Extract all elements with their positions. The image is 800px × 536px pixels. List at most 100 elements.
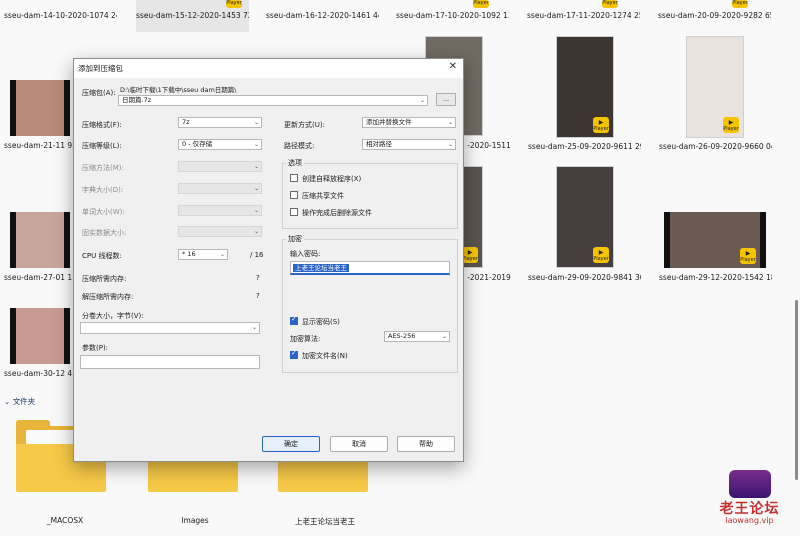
compress-memory-value: ? [256,274,260,282]
file-name: sseu-dam-25-09-2020-9611 29518-6-02.mp4 [528,142,641,151]
method-label: 压缩方法(M): [82,164,124,172]
chevron-down-icon: ⌄ [251,324,257,331]
shared-files-checkbox[interactable] [290,191,298,199]
video-thumbnail[interactable]: ▶ Player [686,36,744,138]
chevron-down-icon: ⌄ [253,141,259,148]
encryption-method-label: 加密算法: [290,335,321,343]
file-name: sseu-dam-29-09-2020-9841 30165-11-52.mp4 [528,273,641,282]
delete-after-label: 操作完成后删除源文件 [302,209,372,217]
file-name: sseu-dam-14-10-2020-1074 247605.mp4 [4,11,117,20]
level-combo[interactable]: 0 - 仅存储 ⌄ [178,139,262,150]
file-tile[interactable]: sseu-dam-14-10-2020-1074 247605.mp4 [4,10,117,21]
update-mode-label: 更新方式(U): [284,121,325,129]
dictionary-combo: ⌄ [178,183,262,194]
sfx-checkbox[interactable] [290,174,298,182]
encrypt-names-label: 加密文件名(N) [302,352,348,360]
dictionary-label: 字典大小(D): [82,186,124,194]
cpu-threads-max: / 16 [250,251,264,259]
solid-size-combo: ⌄ [178,226,262,237]
cpu-threads-label: CPU 线程数: [82,252,122,260]
chevron-down-icon: ⌄ [4,397,11,406]
shared-files-label: 压缩共享文件 [302,192,344,200]
file-tile[interactable]: sseu-dam-29-09-2020-9841 30165-11-52.mp4 [528,272,641,283]
encryption-method-combo[interactable]: AES-256 ⌄ [384,331,450,342]
split-size-combo[interactable]: ⌄ [80,322,260,334]
split-size-label: 分卷大小，字节(V): [82,312,144,320]
video-thumbnail[interactable] [10,80,70,136]
path-mode-combo[interactable]: 相对路径 ⌄ [362,139,456,150]
file-tile[interactable]: sseu-dam-30-12 457236-onlyfans [4,368,74,379]
cpu-threads-combo[interactable]: * 16 ⌄ [178,249,228,260]
watermark-url: laowang.vip [725,516,774,525]
file-tile[interactable]: -2021-2019 [464,272,514,283]
cancel-button[interactable]: 取消 [330,436,388,452]
folder-name: 上老王论坛当老王 [295,517,355,526]
chevron-down-icon: ⌄ [253,119,259,126]
close-icon[interactable]: ✕ [449,61,457,72]
chevron-down-icon: ⌄ [447,141,453,148]
video-thumbnail[interactable]: ▶ Player [556,166,614,268]
file-name: -2021-2019 [467,273,511,282]
password-value: 上老王论坛当老王 [293,264,349,272]
player-badge: Player [473,0,489,8]
player-badge: ▶ Player [593,117,609,133]
chevron-down-icon: ⌄ [219,251,225,258]
file-name: sseu-dam-29-12-2020-1542 180360.mp4 [659,273,772,282]
show-password-checkbox[interactable] [290,315,298,325]
show-password-label: 显示密码(S) [302,318,340,326]
file-tile[interactable]: -2020-1511 [464,140,514,151]
format-combo[interactable]: 7z ⌄ [178,117,262,128]
archive-name-combo[interactable]: 日期篇.7z ⌄ [118,95,428,106]
file-name: sseu-dam-30-12 457236-onlyfans [4,369,74,378]
file-tile[interactable]: sseu-dam-27-01 176179.mp [4,272,74,283]
folders-section-label[interactable]: ⌄ 文件夹 [4,396,35,407]
update-mode-combo[interactable]: 添加并替换文件 ⌄ [362,117,456,128]
video-thumbnail[interactable]: ▶ Player [556,36,614,138]
video-thumbnail[interactable] [10,212,70,268]
dialog-titlebar[interactable]: 添加到压缩包 ✕ [74,59,463,78]
file-name: sseu-dam-17-10-2020-1092 110959-only-07-… [396,11,509,20]
ok-button[interactable]: 确定 [262,436,320,452]
file-tile[interactable]: sseu-dam-17-11-2020-1274 252776-10-55.mp… [527,10,640,21]
file-name: sseu-dam-15-12-2020-1453 729099.mp4 [136,11,249,20]
archive-path-text: D:\临时下载\1下载中\sseu dam日期篇\ [120,86,237,94]
options-group-title: 选项 [286,158,304,168]
word-size-label: 单词大小(W): [82,208,125,216]
encrypt-names-checkbox[interactable] [290,349,298,359]
password-input[interactable]: 上老王论坛当老王 [290,261,450,275]
path-mode-label: 路径模式: [284,142,315,150]
file-name: sseu-dam-21-11 920226-05- [4,141,74,150]
password-label: 输入密码: [290,250,321,258]
file-tile[interactable]: sseu-dam-17-10-2020-1092 110959-only-07-… [396,10,509,21]
file-name: sseu-dam-26-09-2020-9660 04144-only-2-20… [659,142,772,151]
file-name: -2020-1511 [467,141,511,150]
file-tile[interactable]: sseu-dam-20-09-2020-9282 65802-9-37.mp4 [658,10,771,21]
watermark-logo [729,470,771,498]
parameters-label: 参数(P): [82,344,109,352]
dialog-title: 添加到压缩包 [78,64,123,73]
player-badge: ▶ Player [740,248,756,264]
video-thumbnail[interactable] [10,308,70,364]
help-button[interactable]: 帮助 [397,436,455,452]
player-badge: Player [602,0,618,8]
add-to-archive-dialog: 添加到压缩包 ✕ 压缩包(A): D:\临时下载\1下载中\sseu dam日期… [73,58,464,462]
encryption-group-title: 加密 [286,234,304,244]
file-tile[interactable]: sseu-dam-16-12-2020-1461 446767.mp4 [266,10,379,21]
file-tile[interactable]: sseu-dam-26-09-2020-9660 04144-only-2-20… [659,141,772,152]
archive-label: 压缩包(A): [82,89,116,97]
solid-size-label: 固实数据大小: [82,229,127,237]
file-tile[interactable]: sseu-dam-21-11 920226-05- [4,140,74,151]
compress-memory-label: 压缩所需内存: [82,275,127,283]
video-thumbnail[interactable]: ▶ Player [664,212,766,268]
folder-name: Images [181,516,209,525]
delete-after-checkbox[interactable] [290,208,298,216]
browse-button[interactable]: ... [436,93,456,106]
watermark-title: 老王论坛 [719,501,780,517]
file-tile[interactable]: sseu-dam-25-09-2020-9611 29518-6-02.mp4 [528,141,641,152]
file-name: sseu-dam-16-12-2020-1461 446767.mp4 [266,11,379,20]
parameters-input[interactable] [80,355,260,369]
file-tile[interactable]: sseu-dam-29-12-2020-1542 180360.mp4 [659,272,772,283]
vertical-scrollbar[interactable] [795,300,798,480]
file-name: sseu-dam-20-09-2020-9282 65802-9-37.mp4 [658,11,771,20]
chevron-down-icon: ⌄ [419,97,425,104]
